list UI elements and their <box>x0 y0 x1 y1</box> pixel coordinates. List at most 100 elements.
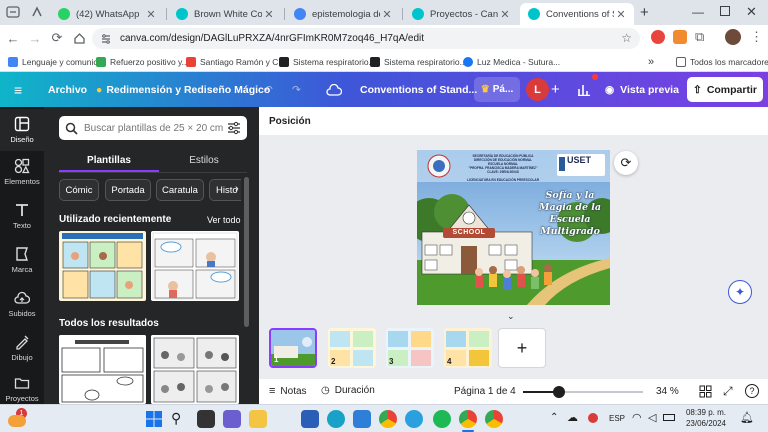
close-icon[interactable]: ✕ <box>614 8 628 21</box>
tab-templates[interactable]: Plantillas <box>59 150 159 170</box>
magic-assistant-icon[interactable]: ✦ <box>728 280 752 304</box>
edge-icon[interactable] <box>327 410 345 428</box>
minimize-icon[interactable]: — <box>692 5 704 19</box>
tab-styles[interactable]: Estilos <box>154 150 254 170</box>
fullscreen-icon[interactable]: ⤢ <box>723 384 733 399</box>
profile-avatar[interactable] <box>725 29 741 45</box>
page-indicator[interactable]: Página 1 de 4 <box>454 386 516 397</box>
home-icon[interactable] <box>70 29 88 47</box>
see-all-link[interactable]: Ver todo <box>207 215 241 225</box>
rail-item-uploads[interactable]: Subidos <box>0 283 44 325</box>
chrome-profile-icon[interactable] <box>485 410 503 428</box>
onedrive-icon[interactable]: ☁ <box>567 411 578 424</box>
clock-date[interactable]: 23/06/2024 <box>684 419 726 428</box>
insights-chart-icon[interactable] <box>577 72 591 107</box>
rail-item-text[interactable]: Texto <box>0 195 44 237</box>
bookmark-item[interactable]: Santiago Ramón y C... <box>186 54 286 69</box>
language-indicator[interactable]: ESP <box>609 414 625 423</box>
zoom-level[interactable]: 34 % <box>656 386 679 397</box>
filter-chip[interactable]: Cómic <box>59 179 99 201</box>
teams-chat-icon[interactable] <box>223 410 241 428</box>
chevron-right-icon[interactable]: › <box>235 183 239 195</box>
rail-item-projects[interactable]: Proyectos <box>0 369 44 404</box>
extension-icon[interactable] <box>673 30 687 44</box>
bookmark-item[interactable]: Sistema respiratorio... <box>279 54 376 69</box>
user-avatar[interactable]: L <box>526 78 549 101</box>
position-button[interactable]: Posición <box>269 116 311 127</box>
zoom-slider-handle[interactable] <box>553 386 565 398</box>
all-bookmarks[interactable]: Todos los marcadores <box>676 54 768 69</box>
word-icon[interactable] <box>301 410 319 428</box>
grid-view-icon[interactable] <box>699 385 712 398</box>
refresh-design-icon[interactable]: ⟳ <box>614 151 638 175</box>
template-thumbnail[interactable] <box>59 335 146 404</box>
bookmark-item[interactable]: Sistema respiratorio... <box>370 54 467 69</box>
extensions-puzzle-icon[interactable]: ⧉ <box>695 29 704 45</box>
tray-app-icon[interactable] <box>588 413 598 423</box>
preview-button[interactable]: ◉ Vista previa <box>605 72 679 107</box>
template-thumbnail[interactable] <box>59 231 146 301</box>
reload-icon[interactable]: ⟳ <box>48 29 66 47</box>
chrome-profile-icon[interactable] <box>459 410 477 428</box>
extension-icon[interactable] <box>651 30 665 44</box>
add-page-button[interactable]: + <box>498 328 546 368</box>
windows-start-icon[interactable] <box>145 410 163 428</box>
template-thumbnail[interactable] <box>151 335 239 404</box>
rail-item-draw[interactable]: Dibujo <box>0 327 44 369</box>
template-search[interactable] <box>59 116 247 140</box>
pinned-tab-icon[interactable] <box>30 5 44 19</box>
address-bar[interactable]: canva.com/design/DAGlLuPRXZA/4nrGFImKR0M… <box>92 28 640 49</box>
forward-icon[interactable]: → <box>26 29 44 47</box>
filter-chip[interactable]: Caratula <box>156 179 204 201</box>
back-icon[interactable]: ← <box>4 29 22 47</box>
undo-icon[interactable]: ↶ <box>264 72 273 107</box>
bookmark-item[interactable]: Refuerzo positivo y... <box>96 54 189 69</box>
search-icon[interactable]: ⚲ <box>171 410 189 428</box>
add-collaborator-icon[interactable]: + <box>551 72 560 107</box>
new-tab-icon[interactable]: + <box>640 4 649 21</box>
more-menu-icon[interactable]: ⋮ <box>750 29 763 45</box>
filter-chip[interactable]: Portada <box>105 179 151 201</box>
file-menu[interactable]: Archivo <box>48 72 87 107</box>
bookmark-item[interactable]: Luz Medica - Sutura... <box>463 54 560 69</box>
notes-button[interactable]: ≡ Notas <box>269 385 307 397</box>
battery-icon[interactable] <box>663 414 675 421</box>
chevron-down-icon[interactable]: ⌄ <box>507 311 515 322</box>
filter-icon[interactable] <box>227 121 241 135</box>
browser-tab[interactable]: epistemologia del sur g... ✕ <box>286 3 400 25</box>
rail-item-design[interactable]: Diseño <box>0 109 44 151</box>
cloud-sync-icon[interactable] <box>326 72 342 107</box>
maximize-icon[interactable] <box>720 6 730 16</box>
wifi-icon[interactable]: ◠ <box>632 411 642 424</box>
help-icon[interactable]: ? <box>745 384 759 398</box>
volume-icon[interactable]: ◁ <box>648 411 656 424</box>
bookmark-item[interactable]: Lenguaje y comunic... <box>8 54 105 69</box>
spotify-icon[interactable] <box>433 410 451 428</box>
template-thumbnail[interactable] <box>151 231 239 301</box>
browser-tab[interactable]: Proyectos - Canva ✕ <box>404 3 518 25</box>
zoom-slider[interactable] <box>523 386 643 398</box>
hamburger-menu-icon[interactable]: ≡ <box>14 72 22 107</box>
close-icon[interactable]: ✕ <box>144 8 158 21</box>
redo-icon[interactable]: ↷ <box>292 72 301 107</box>
magic-resize-button[interactable]: ● Redimensión y Rediseño Mágico <box>96 72 270 107</box>
panel-scrollbar[interactable] <box>244 177 249 327</box>
bookmark-star-icon[interactable]: ☆ <box>621 31 632 45</box>
pro-button[interactable]: ♛ Pá... <box>474 77 520 102</box>
rail-item-elements[interactable]: Elementos <box>0 151 44 193</box>
close-icon[interactable]: ✕ <box>262 8 276 21</box>
search-input[interactable] <box>84 122 224 134</box>
chrome-icon[interactable] <box>379 410 397 428</box>
close-icon[interactable]: ✕ <box>498 8 512 21</box>
telegram-icon[interactable] <box>405 410 423 428</box>
page-thumbnail[interactable]: 2 <box>328 328 376 368</box>
share-button[interactable]: ⇧ Compartir <box>687 77 763 102</box>
more-bookmarks-icon[interactable]: » <box>648 54 654 69</box>
notifications-bell-icon[interactable]: 🔔︎ <box>740 411 754 424</box>
page-thumbnail[interactable]: 3 <box>386 328 434 368</box>
browser-tab-active[interactable]: Conventions of Standa... ✕ <box>520 3 634 25</box>
clock-time[interactable]: 08:39 p. m. <box>684 408 726 417</box>
weather-icon[interactable] <box>8 415 26 427</box>
browser-tab[interactable]: (42) WhatsApp ✕ <box>50 3 164 25</box>
window-close-icon[interactable]: ✕ <box>746 4 757 20</box>
